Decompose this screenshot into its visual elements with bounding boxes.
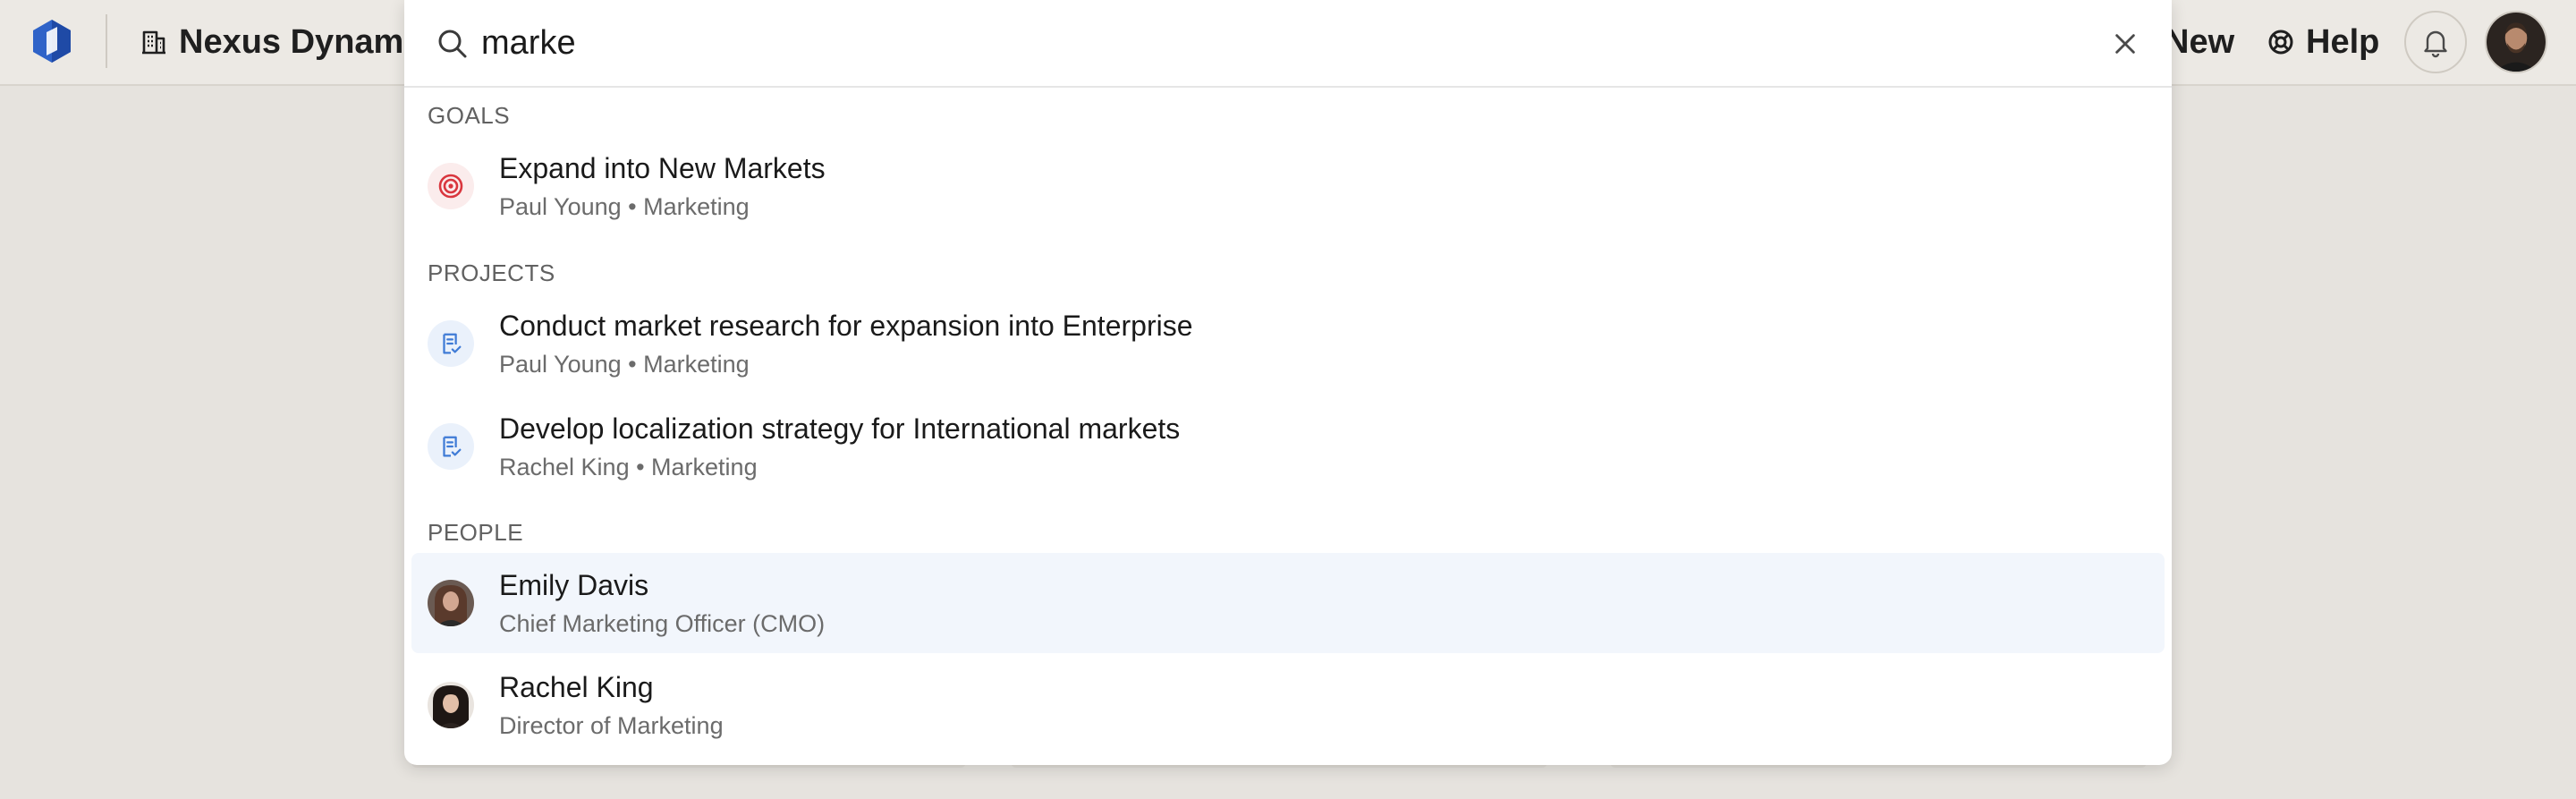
result-title: Emily Davis xyxy=(499,569,649,601)
result-person[interactable]: Emily Davis Chief Marketing Officer (CMO… xyxy=(411,553,2165,653)
clear-search-button[interactable] xyxy=(2107,26,2143,62)
target-icon xyxy=(428,163,474,209)
result-title: Conduct market research for expansion in… xyxy=(499,310,1193,342)
result-goal[interactable]: Expand into New Markets Paul Young • Mar… xyxy=(411,136,2165,236)
notifications-button[interactable] xyxy=(2404,11,2467,73)
section-label-people: PEOPLE xyxy=(428,519,524,546)
result-subtitle: Rachel King • Marketing xyxy=(499,454,758,480)
section-label-goals: GOALS xyxy=(428,102,511,129)
new-button[interactable]: New xyxy=(2165,20,2234,64)
building-icon xyxy=(142,30,165,55)
result-project[interactable]: Conduct market research for expansion in… xyxy=(411,293,2165,394)
result-title: Expand into New Markets xyxy=(499,152,826,184)
search-input[interactable] xyxy=(481,16,2091,70)
search-bar xyxy=(404,0,2172,88)
search-icon xyxy=(438,30,467,58)
result-subtitle: Chief Marketing Officer (CMO) xyxy=(499,610,826,637)
user-avatar-image xyxy=(2487,13,2546,72)
close-icon xyxy=(2115,34,2135,54)
avatar xyxy=(428,580,474,626)
avatar xyxy=(428,682,474,728)
search-palette: GOALS Expand into New Markets Paul Young… xyxy=(404,0,2172,765)
result-person[interactable]: Rachel King Director of Marketing xyxy=(411,655,2165,755)
result-title: Develop localization strategy for Intern… xyxy=(499,412,1181,445)
bell-icon xyxy=(2424,30,2447,58)
help-button-label: Help xyxy=(2306,22,2380,61)
result-title: Rachel King xyxy=(499,671,654,703)
checklist-icon xyxy=(428,320,474,367)
section-label-projects: PROJECTS xyxy=(428,259,555,286)
user-avatar[interactable] xyxy=(2485,11,2547,73)
lifebuoy-icon xyxy=(2268,30,2293,55)
company-logo-icon[interactable] xyxy=(29,18,75,64)
result-subtitle: Paul Young • Marketing xyxy=(499,193,750,220)
checklist-icon xyxy=(428,423,474,470)
result-subtitle: Director of Marketing xyxy=(499,712,724,739)
result-project[interactable]: Develop localization strategy for Intern… xyxy=(411,396,2165,497)
topbar-divider xyxy=(106,14,107,68)
new-button-label: New xyxy=(2165,22,2235,61)
result-subtitle: Paul Young • Marketing xyxy=(499,351,750,378)
help-button[interactable]: Help xyxy=(2267,20,2379,64)
